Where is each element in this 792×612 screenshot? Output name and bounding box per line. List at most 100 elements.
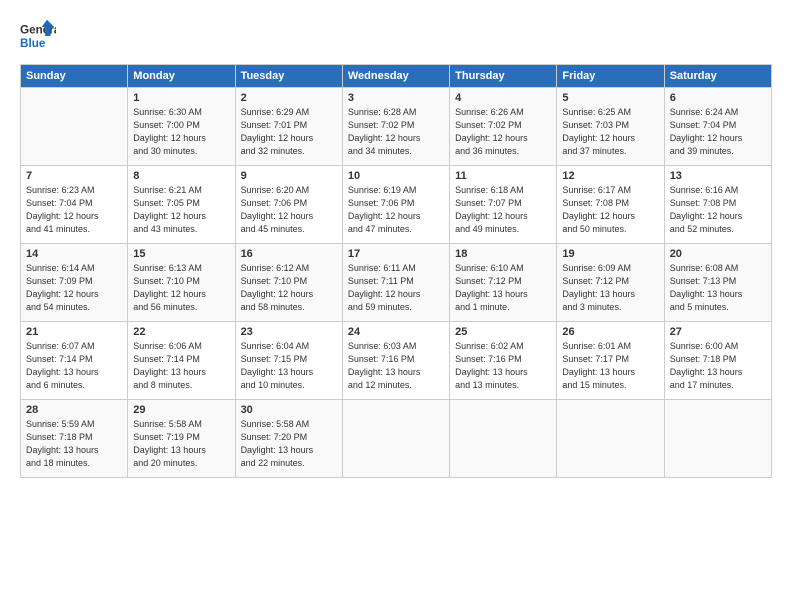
calendar-cell: 28 Sunrise: 5:59 AM Sunset: 7:18 PM Dayli…: [21, 400, 128, 478]
logo: GeneralBlue: [20, 18, 60, 54]
calendar-cell: 27Sunrise: 6:00 AM Sunset: 7:18 PM Dayli…: [664, 322, 771, 400]
calendar-cell: 7 Sunrise: 6:23 AM Sunset: 7:04 PM Daylig…: [21, 166, 128, 244]
day-number: 21: [26, 326, 122, 338]
day-number: 3: [348, 92, 444, 104]
calendar-cell: 1 Sunrise: 6:30 AM Sunset: 7:00 PM Daylig…: [128, 88, 235, 166]
calendar-cell: 5 Sunrise: 6:25 AM Sunset: 7:03 PM Daylig…: [557, 88, 664, 166]
calendar-cell: 10 Sunrise: 6:19 AM Sunset: 7:06 PM Dayli…: [342, 166, 449, 244]
day-info: Sunrise: 6:16 AM Sunset: 7:08 PM Dayligh…: [670, 184, 766, 236]
day-info: Sunrise: 6:06 AM Sunset: 7:14 PM Dayligh…: [133, 340, 229, 392]
svg-text:Blue: Blue: [20, 37, 46, 50]
day-number: 5: [562, 92, 658, 104]
calendar-cell: 26Sunrise: 6:01 AM Sunset: 7:17 PM Dayli…: [557, 322, 664, 400]
day-info: Sunrise: 6:26 AM Sunset: 7:02 PM Dayligh…: [455, 106, 551, 158]
day-info: Sunrise: 6:24 AM Sunset: 7:04 PM Dayligh…: [670, 106, 766, 158]
day-info: Sunrise: 5:59 AM Sunset: 7:18 PM Dayligh…: [26, 418, 122, 470]
calendar-table: SundayMondayTuesdayWednesdayThursdayFrid…: [20, 64, 772, 478]
day-number: 17: [348, 248, 444, 260]
page-container: GeneralBlue SundayMondayTuesdayWednesday…: [0, 0, 792, 488]
day-number: 1: [133, 92, 229, 104]
day-info: Sunrise: 5:58 AM Sunset: 7:19 PM Dayligh…: [133, 418, 229, 470]
calendar-cell: 19 Sunrise: 6:09 AM Sunset: 7:12 PM Dayli…: [557, 244, 664, 322]
day-info: Sunrise: 5:58 AM Sunset: 7:20 PM Dayligh…: [241, 418, 337, 470]
day-info: Sunrise: 6:20 AM Sunset: 7:06 PM Dayligh…: [241, 184, 337, 236]
week-row-2: 7 Sunrise: 6:23 AM Sunset: 7:04 PM Daylig…: [21, 166, 772, 244]
day-info: Sunrise: 6:02 AM Sunset: 7:16 PM Dayligh…: [455, 340, 551, 392]
day-number: 16: [241, 248, 337, 260]
day-number: 29: [133, 404, 229, 416]
week-row-5: 28 Sunrise: 5:59 AM Sunset: 7:18 PM Dayli…: [21, 400, 772, 478]
calendar-cell: 11 Sunrise: 6:18 AM Sunset: 7:07 PM Dayli…: [450, 166, 557, 244]
day-number: 11: [455, 170, 551, 182]
week-row-4: 21 Sunrise: 6:07 AM Sunset: 7:14 PM Dayli…: [21, 322, 772, 400]
day-info: Sunrise: 6:13 AM Sunset: 7:10 PM Dayligh…: [133, 262, 229, 314]
day-number: 20: [670, 248, 766, 260]
day-number: 13: [670, 170, 766, 182]
column-headers: SundayMondayTuesdayWednesdayThursdayFrid…: [21, 65, 772, 88]
logo-icon: GeneralBlue: [20, 18, 56, 54]
col-header-saturday: Saturday: [664, 65, 771, 88]
day-number: 19: [562, 248, 658, 260]
calendar-cell: 12 Sunrise: 6:17 AM Sunset: 7:08 PM Dayli…: [557, 166, 664, 244]
day-info: Sunrise: 6:00 AM Sunset: 7:18 PM Dayligh…: [670, 340, 766, 392]
day-number: 18: [455, 248, 551, 260]
day-number: 4: [455, 92, 551, 104]
day-number: 9: [241, 170, 337, 182]
calendar-cell: 18 Sunrise: 6:10 AM Sunset: 7:12 PM Dayli…: [450, 244, 557, 322]
day-number: 10: [348, 170, 444, 182]
day-number: 12: [562, 170, 658, 182]
calendar-cell: 4 Sunrise: 6:26 AM Sunset: 7:02 PM Daylig…: [450, 88, 557, 166]
day-info: Sunrise: 6:04 AM Sunset: 7:15 PM Dayligh…: [241, 340, 337, 392]
day-number: 24: [348, 326, 444, 338]
col-header-friday: Friday: [557, 65, 664, 88]
day-info: Sunrise: 6:29 AM Sunset: 7:01 PM Dayligh…: [241, 106, 337, 158]
week-row-3: 14Sunrise: 6:14 AM Sunset: 7:09 PM Dayli…: [21, 244, 772, 322]
calendar-cell: [450, 400, 557, 478]
calendar-cell: [557, 400, 664, 478]
calendar-cell: [664, 400, 771, 478]
calendar-cell: 20 Sunrise: 6:08 AM Sunset: 7:13 PM Dayli…: [664, 244, 771, 322]
day-info: Sunrise: 6:11 AM Sunset: 7:11 PM Dayligh…: [348, 262, 444, 314]
calendar-cell: 6 Sunrise: 6:24 AM Sunset: 7:04 PM Daylig…: [664, 88, 771, 166]
day-number: 26: [562, 326, 658, 338]
day-info: Sunrise: 6:07 AM Sunset: 7:14 PM Dayligh…: [26, 340, 122, 392]
day-number: 30: [241, 404, 337, 416]
day-info: Sunrise: 6:12 AM Sunset: 7:10 PM Dayligh…: [241, 262, 337, 314]
day-number: 7: [26, 170, 122, 182]
day-info: Sunrise: 6:17 AM Sunset: 7:08 PM Dayligh…: [562, 184, 658, 236]
week-row-1: 1 Sunrise: 6:30 AM Sunset: 7:00 PM Daylig…: [21, 88, 772, 166]
day-number: 14: [26, 248, 122, 260]
col-header-sunday: Sunday: [21, 65, 128, 88]
calendar-cell: 21 Sunrise: 6:07 AM Sunset: 7:14 PM Dayli…: [21, 322, 128, 400]
calendar-cell: 30 Sunrise: 5:58 AM Sunset: 7:20 PM Dayli…: [235, 400, 342, 478]
calendar-cell: 3 Sunrise: 6:28 AM Sunset: 7:02 PM Daylig…: [342, 88, 449, 166]
calendar-body: 1 Sunrise: 6:30 AM Sunset: 7:00 PM Daylig…: [21, 88, 772, 478]
day-info: Sunrise: 6:28 AM Sunset: 7:02 PM Dayligh…: [348, 106, 444, 158]
header: GeneralBlue: [20, 18, 772, 54]
day-info: Sunrise: 6:08 AM Sunset: 7:13 PM Dayligh…: [670, 262, 766, 314]
calendar-cell: [21, 88, 128, 166]
day-number: 6: [670, 92, 766, 104]
day-info: Sunrise: 6:21 AM Sunset: 7:05 PM Dayligh…: [133, 184, 229, 236]
day-info: Sunrise: 6:25 AM Sunset: 7:03 PM Dayligh…: [562, 106, 658, 158]
calendar-cell: 15 Sunrise: 6:13 AM Sunset: 7:10 PM Dayli…: [128, 244, 235, 322]
day-info: Sunrise: 6:19 AM Sunset: 7:06 PM Dayligh…: [348, 184, 444, 236]
calendar-cell: 29 Sunrise: 5:58 AM Sunset: 7:19 PM Dayli…: [128, 400, 235, 478]
day-info: Sunrise: 6:03 AM Sunset: 7:16 PM Dayligh…: [348, 340, 444, 392]
calendar-cell: 22Sunrise: 6:06 AM Sunset: 7:14 PM Dayli…: [128, 322, 235, 400]
calendar-cell: 24 Sunrise: 6:03 AM Sunset: 7:16 PM Dayli…: [342, 322, 449, 400]
day-info: Sunrise: 6:23 AM Sunset: 7:04 PM Dayligh…: [26, 184, 122, 236]
calendar-cell: 17 Sunrise: 6:11 AM Sunset: 7:11 PM Dayli…: [342, 244, 449, 322]
day-number: 28: [26, 404, 122, 416]
day-info: Sunrise: 6:09 AM Sunset: 7:12 PM Dayligh…: [562, 262, 658, 314]
day-info: Sunrise: 6:18 AM Sunset: 7:07 PM Dayligh…: [455, 184, 551, 236]
calendar-cell: 14Sunrise: 6:14 AM Sunset: 7:09 PM Dayli…: [21, 244, 128, 322]
day-info: Sunrise: 6:10 AM Sunset: 7:12 PM Dayligh…: [455, 262, 551, 314]
day-number: 25: [455, 326, 551, 338]
calendar-cell: 25 Sunrise: 6:02 AM Sunset: 7:16 PM Dayli…: [450, 322, 557, 400]
day-info: Sunrise: 6:30 AM Sunset: 7:00 PM Dayligh…: [133, 106, 229, 158]
day-number: 15: [133, 248, 229, 260]
col-header-thursday: Thursday: [450, 65, 557, 88]
calendar-cell: 2Sunrise: 6:29 AM Sunset: 7:01 PM Daylig…: [235, 88, 342, 166]
day-number: 23: [241, 326, 337, 338]
